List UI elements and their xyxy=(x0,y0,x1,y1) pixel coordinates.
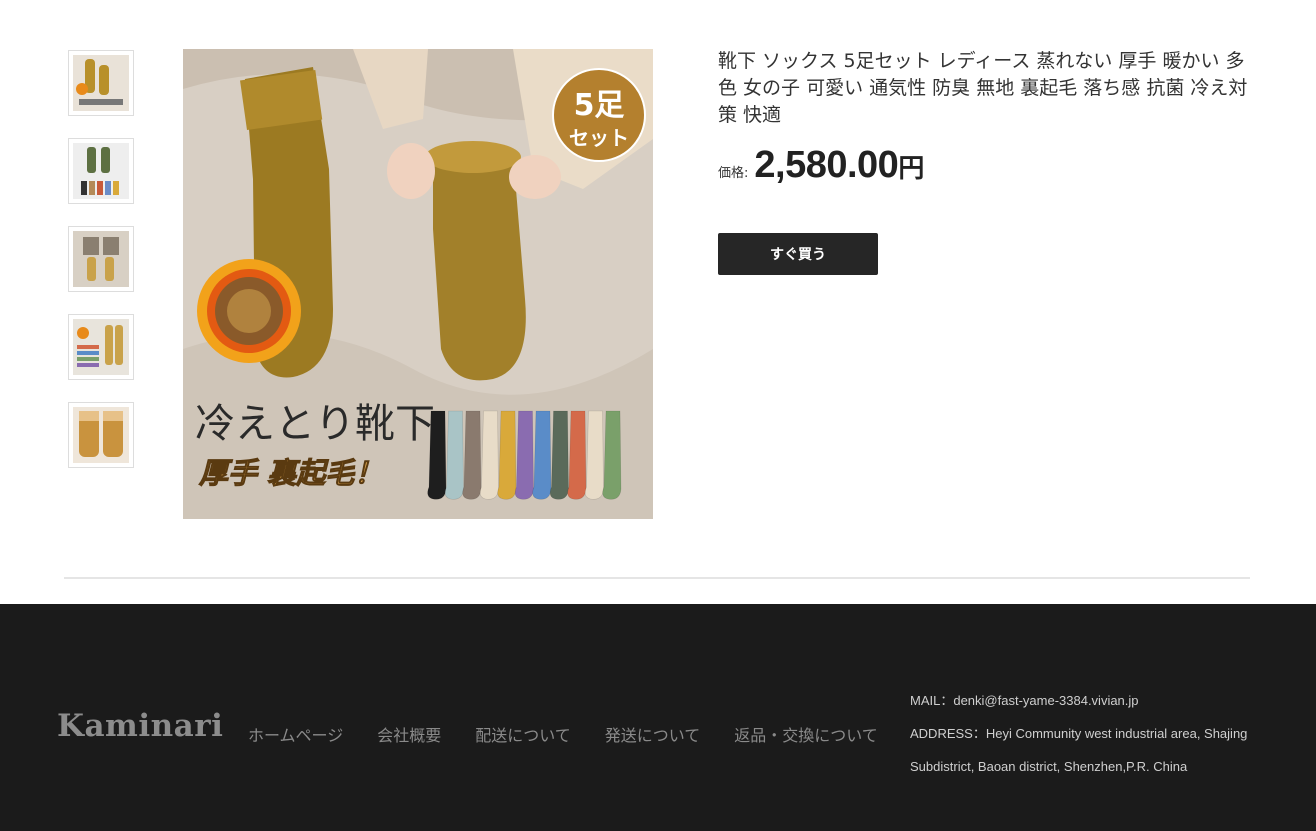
footer-link-returns[interactable]: 返品・交換について xyxy=(734,722,878,746)
caption-sub: 厚手 裏起毛！ xyxy=(198,456,383,490)
contact-address-line1: ADDRESS：Heyi Community west industrial a… xyxy=(910,726,1248,741)
price-label: 価格: xyxy=(718,166,749,181)
sock-item xyxy=(497,410,517,500)
fleece-socks-thumbnail[interactable] xyxy=(68,402,134,468)
buy-now-button[interactable]: すぐ買う xyxy=(718,233,878,275)
contact-address-line2: Subdistrict, Baoan district, Shenzhen,P.… xyxy=(910,759,1188,774)
brand-logo[interactable]: Kaminari xyxy=(57,708,223,744)
sock-item xyxy=(584,410,604,500)
price-row: 価格: 2,580.00 円 xyxy=(718,144,924,187)
mustard-socks-thumbnail[interactable] xyxy=(68,50,134,116)
green-socks-thumbnail[interactable] xyxy=(68,138,134,204)
main-product-image[interactable]: 5足 セット 冷えとり靴下 厚手 裏起毛！ xyxy=(183,49,653,519)
sock-item xyxy=(549,410,569,500)
footer-link-home[interactable]: ホームページ xyxy=(248,722,343,746)
sock-item xyxy=(532,410,552,500)
footer-link-shipping[interactable]: 発送について xyxy=(605,722,701,746)
contact-info: MAIL：denki@fast-yame-3384.vivian.jp ADDR… xyxy=(910,684,1290,783)
thumbnail-list xyxy=(68,50,134,490)
sock-item xyxy=(602,410,622,500)
contact-mail: MAIL：denki@fast-yame-3384.vivian.jp xyxy=(910,693,1139,708)
price-value: 2,580.00 xyxy=(754,144,899,186)
price-unit: 円 xyxy=(898,154,925,184)
sock-lineup xyxy=(427,410,622,500)
divider xyxy=(64,577,1250,579)
footer-nav: ホームページ 会社概要 配送について 発送について 返品・交換について xyxy=(248,722,912,746)
product-title: 靴下 ソックス 5足セット レディース 蒸れない 厚手 暖かい 多色 女の子 可… xyxy=(718,50,1248,126)
sock-item xyxy=(462,410,482,500)
caption-main: 冷えとり靴下 xyxy=(195,401,435,447)
grey-socks-thumbnail[interactable] xyxy=(68,226,134,292)
multicolor-socks-thumbnail[interactable] xyxy=(68,314,134,380)
sock-item xyxy=(427,410,447,500)
sock-item xyxy=(479,410,499,500)
sock-item xyxy=(567,410,587,500)
footer-link-delivery[interactable]: 配送について xyxy=(475,722,571,746)
footer: Kaminari ホームページ 会社概要 配送について 発送について 返品・交換… xyxy=(0,604,1316,831)
sock-item xyxy=(444,410,464,500)
badge-line1: 5足 xyxy=(574,88,625,123)
footer-link-company[interactable]: 会社概要 xyxy=(377,722,441,746)
sock-item xyxy=(514,410,534,500)
badge-line2: セット xyxy=(569,126,629,150)
